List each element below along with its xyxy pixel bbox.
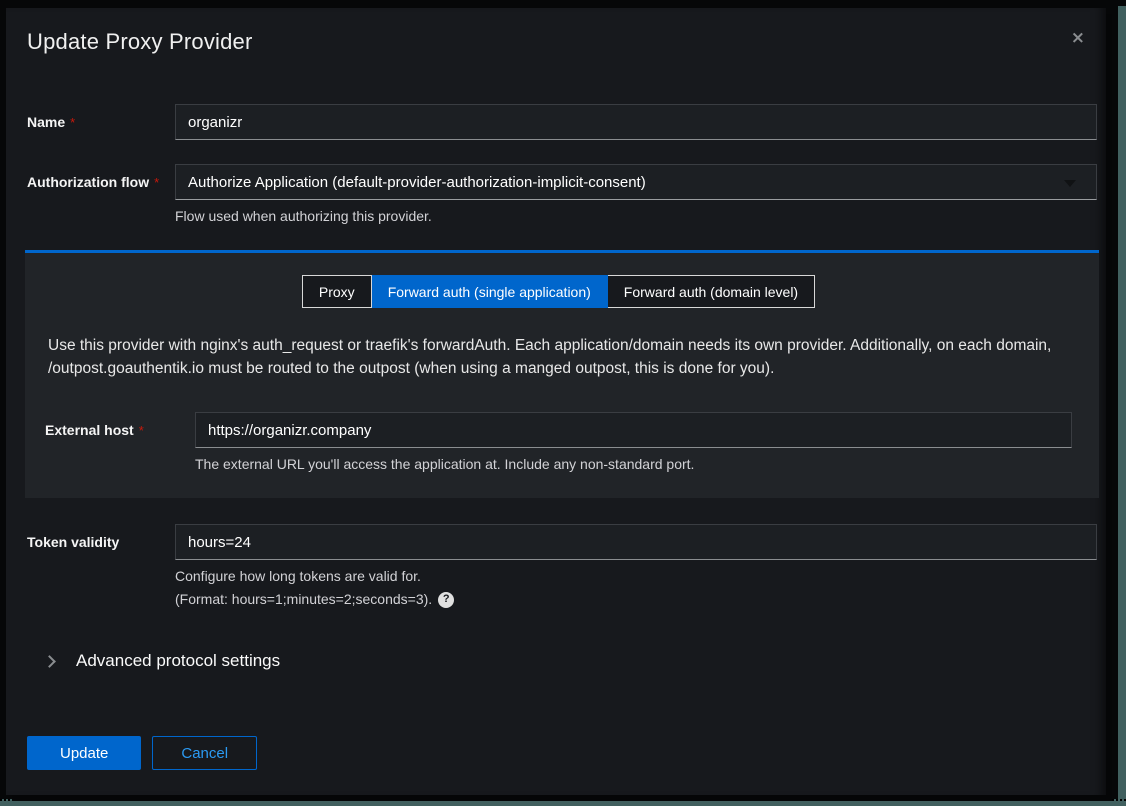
close-icon: × [1071, 28, 1085, 48]
token-validity-help-line2: (Format: hours=1;minutes=2;seconds=3). [175, 591, 432, 608]
advanced-protocol-settings-label: Advanced protocol settings [76, 651, 280, 671]
page-title: Update Proxy Provider [27, 28, 1097, 56]
proxy-mode-card: Proxy Forward auth (single application) … [25, 250, 1099, 498]
required-asterisk: * [154, 175, 159, 190]
external-host-row: External host * The external URL you'll a… [45, 412, 1072, 473]
authorization-flow-selected-value: Authorize Application (default-provider-… [188, 174, 646, 191]
advanced-protocol-settings-toggle[interactable]: Advanced protocol settings [45, 651, 1097, 671]
authorization-flow-help: Flow used when authorizing this provider… [175, 208, 1097, 225]
required-asterisk: * [70, 115, 75, 130]
token-validity-help-line2-wrap: (Format: hours=1;minutes=2;seconds=3). ? [175, 591, 1097, 608]
external-host-help: The external URL you'll access the appli… [195, 456, 1072, 473]
help-question-icon[interactable]: ? [438, 592, 454, 608]
proxy-mode-toggle-group: Proxy Forward auth (single application) … [45, 275, 1072, 308]
name-input[interactable] [175, 104, 1097, 140]
token-validity-row: Token validity Configure how long tokens… [27, 524, 1097, 608]
token-validity-help-line1: Configure how long tokens are valid for. [175, 568, 1097, 585]
external-host-label: External host [45, 422, 134, 438]
update-button[interactable]: Update [27, 736, 141, 770]
authorization-flow-label-col: Authorization flow * [27, 164, 175, 225]
authorization-flow-label: Authorization flow [27, 174, 149, 190]
caret-down-icon [1064, 180, 1076, 187]
close-button[interactable]: × [1071, 30, 1085, 47]
name-label-col: Name * [27, 104, 175, 140]
chevron-right-icon [43, 655, 56, 668]
token-validity-label: Token validity [27, 534, 119, 550]
tab-proxy[interactable]: Proxy [302, 275, 372, 308]
external-host-label-col: External host * [45, 412, 195, 473]
name-row: Name * [27, 104, 1097, 140]
tab-forward-auth-single-application[interactable]: Forward auth (single application) [372, 275, 608, 308]
token-validity-label-col: Token validity [27, 524, 175, 608]
modal-footer: Update Cancel [27, 736, 1097, 770]
token-validity-input[interactable] [175, 524, 1097, 560]
required-asterisk: * [139, 423, 144, 438]
name-label: Name [27, 114, 65, 130]
tab-forward-auth-domain-level[interactable]: Forward auth (domain level) [608, 275, 815, 308]
authorization-flow-select[interactable]: Authorize Application (default-provider-… [175, 164, 1097, 200]
modal-header: Update Proxy Provider × [27, 28, 1097, 56]
update-proxy-provider-modal: Update Proxy Provider × Name * Authorizat… [6, 8, 1106, 795]
page-background-edge-bottom [0, 799, 1126, 806]
external-host-input[interactable] [195, 412, 1072, 448]
authorization-flow-row: Authorization flow * Authorize Applicatio… [27, 164, 1097, 225]
cancel-button[interactable]: Cancel [152, 736, 257, 770]
provider-form: Name * Authorization flow * Authorize Appl… [27, 104, 1097, 770]
mode-description: Use this provider with nginx's auth_requ… [45, 334, 1072, 380]
page-background-edge [1118, 6, 1126, 806]
